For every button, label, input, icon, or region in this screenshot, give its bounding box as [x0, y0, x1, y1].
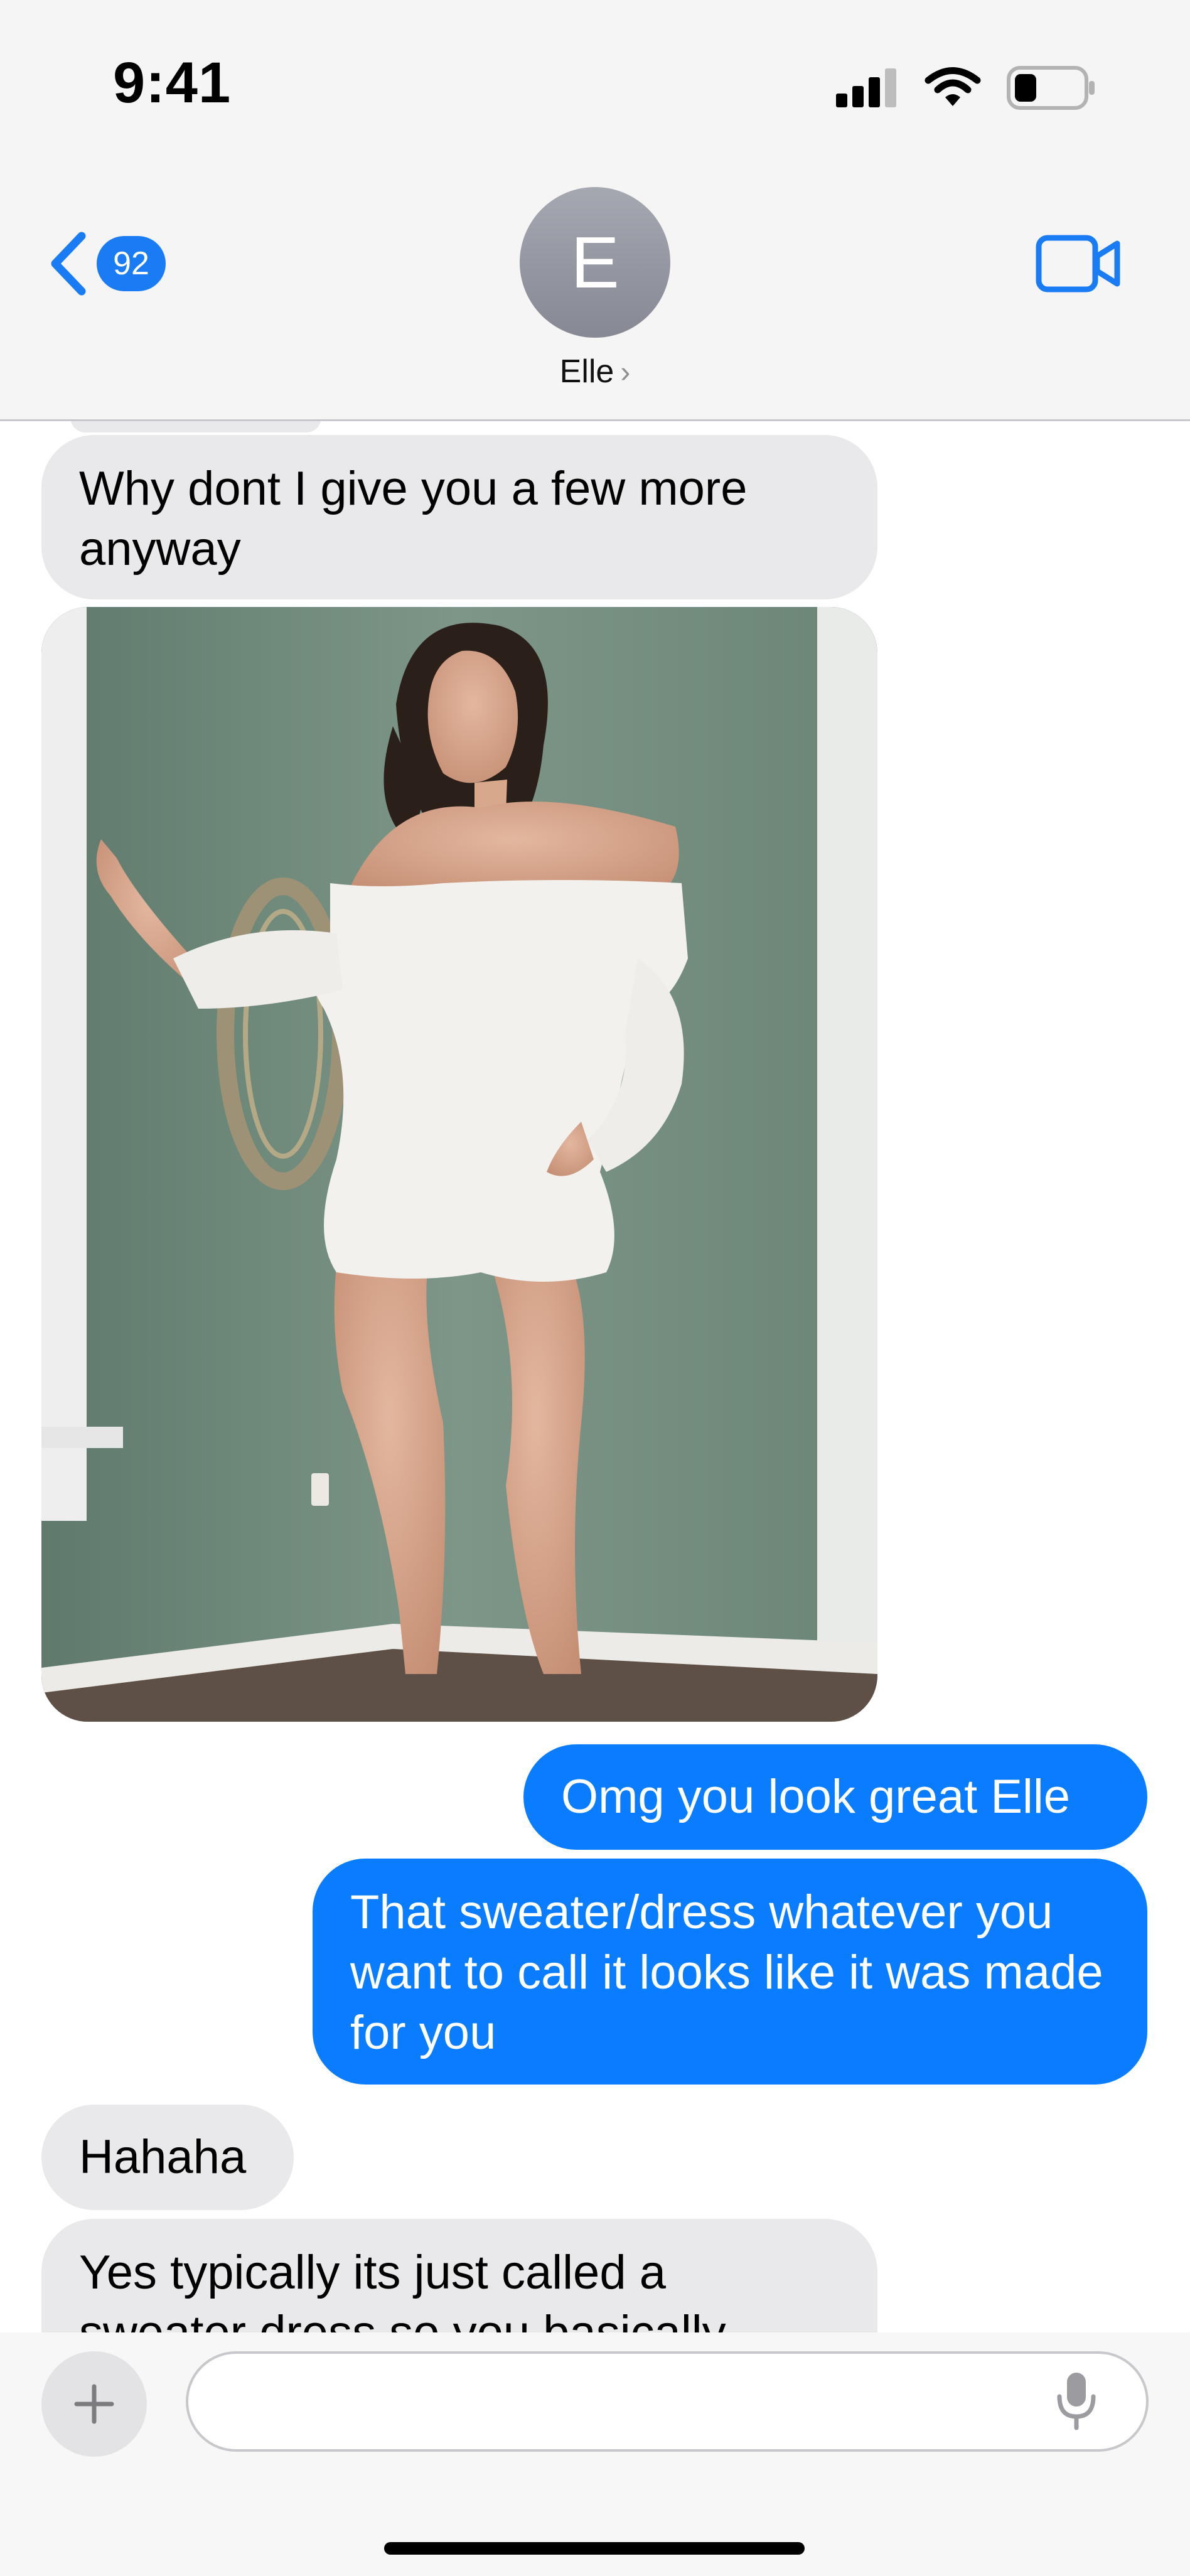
status-bar: 9:41 [0, 0, 1190, 164]
conversation-header: 92 E Elle › [0, 164, 1190, 421]
message-text: Omg you look great Elle [561, 1770, 1071, 1823]
message-thread[interactable]: Why dont I give you a few more anyway Om… [0, 421, 1190, 2332]
contact-name[interactable]: Elle › [0, 353, 1190, 390]
message-text: Why dont I give you a few more anyway [79, 462, 748, 576]
back-button[interactable]: 92 [46, 231, 166, 296]
avatar[interactable]: E [520, 187, 670, 338]
facetime-video-button[interactable] [1036, 235, 1121, 296]
plus-icon [74, 2384, 114, 2424]
message-bubble-outgoing[interactable]: Omg you look great Elle [523, 1744, 1147, 1850]
wifi-icon [925, 67, 981, 106]
message-bubble-incoming[interactable]: Hahaha [41, 2105, 294, 2210]
message-bubble-previous [70, 421, 321, 432]
chevron-left-icon [51, 232, 86, 296]
microphone-icon[interactable] [1054, 2370, 1098, 2432]
home-indicator[interactable] [384, 2542, 805, 2555]
message-text: Hahaha [79, 2130, 247, 2184]
photo-message[interactable] [41, 607, 877, 1722]
photo-image [41, 607, 877, 1722]
status-icons [836, 63, 1096, 113]
add-attachment-button[interactable] [41, 2351, 147, 2457]
battery-icon [1007, 66, 1095, 110]
message-text: Yes typically its just called a sweater … [79, 2246, 726, 2332]
chevron-right-icon: › [620, 356, 631, 389]
cellular-signal-icon [836, 68, 896, 107]
message-bubble-incoming[interactable]: Why dont I give you a few more anyway [41, 435, 877, 599]
contact-name-label: Elle [559, 353, 614, 390]
message-bubble-incoming[interactable]: Yes typically its just called a sweater … [41, 2219, 877, 2332]
message-composer [0, 2332, 1190, 2576]
message-bubble-outgoing[interactable]: That sweater/dress whatever you want to … [313, 1859, 1147, 2085]
message-input[interactable] [186, 2351, 1149, 2452]
video-camera-icon [1036, 235, 1120, 292]
status-time: 9:41 [113, 51, 232, 115]
message-text: That sweater/dress whatever you want to … [350, 1886, 1103, 2059]
unread-count-badge: 92 [97, 236, 166, 291]
